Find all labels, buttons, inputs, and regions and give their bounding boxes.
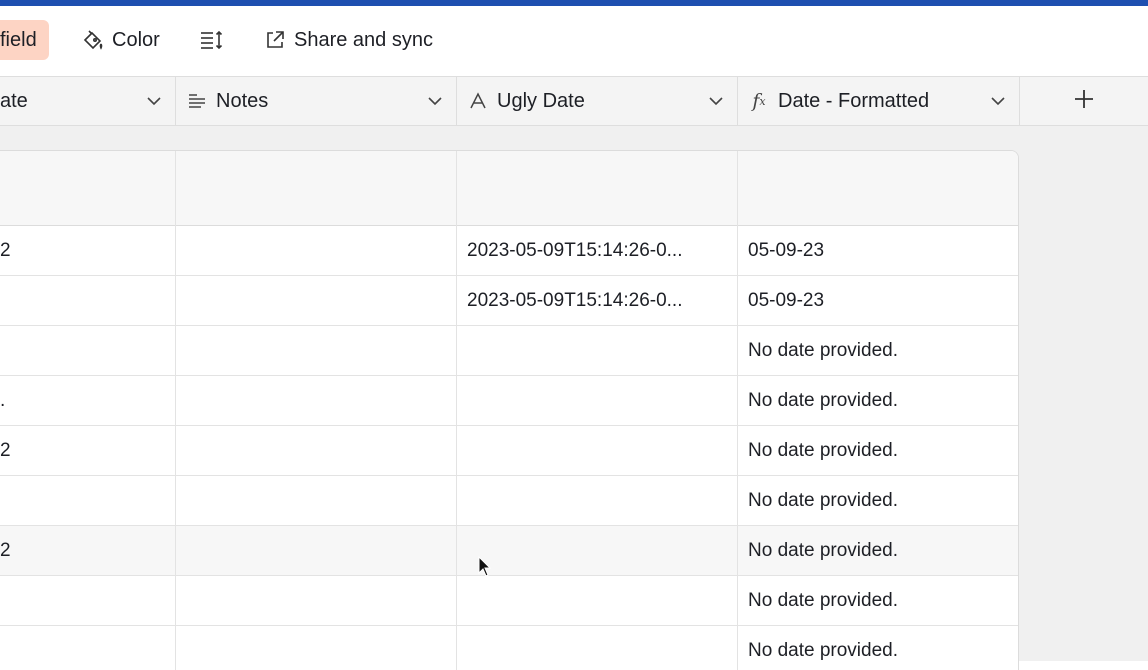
add-field-button[interactable] (1020, 77, 1148, 125)
column-header-date-formatted[interactable]: fx Date - Formatted (738, 77, 1020, 125)
table-row[interactable]: 2 No date provided. (0, 526, 1018, 576)
column-header-label: Ugly Date (497, 89, 585, 112)
date-cell[interactable]: . (0, 376, 176, 425)
share-and-sync-button[interactable]: Share and sync (262, 19, 433, 61)
summary-bar (0, 151, 1018, 226)
date-cell[interactable]: 2 (0, 426, 176, 475)
notes-cell[interactable] (176, 576, 457, 625)
row-height-button[interactable] (198, 19, 230, 61)
date-cell[interactable] (0, 626, 176, 670)
ugly-date-cell[interactable]: 2023-05-09T15:14:26-0... (457, 226, 738, 275)
paint-bucket-icon (80, 27, 106, 53)
chevron-down-icon[interactable] (705, 96, 727, 106)
field-button-label: field (0, 28, 37, 51)
ugly-date-cell[interactable] (457, 376, 738, 425)
notes-cell[interactable] (176, 226, 457, 275)
ugly-date-cell[interactable] (457, 526, 738, 575)
ugly-date-cell[interactable] (457, 476, 738, 525)
date-cell[interactable]: 2 (0, 526, 176, 575)
notes-cell[interactable] (176, 626, 457, 670)
column-header-label: ate (0, 89, 28, 112)
ugly-date-cell[interactable]: 2023-05-09T15:14:26-0... (457, 276, 738, 325)
column-header-label: Notes (216, 89, 269, 112)
notes-cell[interactable] (176, 426, 457, 475)
ugly-date-cell[interactable] (457, 626, 738, 670)
table-row[interactable]: No date provided. (0, 626, 1018, 670)
date-cell[interactable] (0, 276, 176, 325)
notes-cell[interactable] (176, 276, 457, 325)
ugly-date-cell[interactable] (457, 326, 738, 375)
column-divider (737, 151, 738, 226)
notes-cell[interactable] (176, 526, 457, 575)
table-row[interactable]: No date provided. (0, 326, 1018, 376)
date-formatted-cell[interactable]: No date provided. (738, 626, 1018, 670)
date-formatted-cell[interactable]: 05-09-23 (738, 226, 1018, 275)
color-button-label: Color (112, 28, 160, 51)
chevron-down-icon[interactable] (987, 96, 1009, 106)
date-formatted-cell[interactable]: No date provided. (738, 326, 1018, 375)
column-header-notes[interactable]: Notes (176, 77, 457, 125)
column-divider (175, 151, 176, 226)
long-text-icon (186, 92, 208, 110)
share-and-sync-label: Share and sync (294, 28, 433, 51)
column-header-label: Date - Formatted (778, 89, 930, 112)
external-link-icon (262, 27, 288, 53)
column-header-row: ate Notes Ugly Date fx Date - Formatted (0, 76, 1148, 126)
date-formatted-cell[interactable]: 05-09-23 (738, 276, 1018, 325)
column-divider (456, 151, 457, 226)
date-cell[interactable]: 2 (0, 226, 176, 275)
formula-icon: fx (752, 90, 766, 112)
date-formatted-cell[interactable]: No date provided. (738, 526, 1018, 575)
notes-cell[interactable] (176, 476, 457, 525)
mouse-pointer-icon (478, 555, 492, 583)
date-formatted-cell[interactable]: No date provided. (738, 476, 1018, 525)
table-row[interactable]: No date provided. (0, 476, 1018, 526)
chevron-down-icon[interactable] (424, 96, 446, 106)
date-cell[interactable] (0, 576, 176, 625)
date-formatted-cell[interactable]: No date provided. (738, 376, 1018, 425)
table-row[interactable]: 2 2023-05-09T15:14:26-0... 05-09-23 (0, 226, 1018, 276)
table-row[interactable]: 2 No date provided. (0, 426, 1018, 476)
date-cell[interactable] (0, 476, 176, 525)
date-formatted-cell[interactable]: No date provided. (738, 426, 1018, 475)
table-row[interactable]: . No date provided. (0, 376, 1018, 426)
table-row[interactable]: No date provided. (0, 576, 1018, 626)
color-button[interactable]: Color (80, 19, 160, 61)
column-header-ugly-date[interactable]: Ugly Date (457, 77, 738, 125)
notes-cell[interactable] (176, 376, 457, 425)
text-icon (467, 92, 489, 110)
field-button[interactable]: field (0, 20, 49, 60)
ugly-date-cell[interactable] (457, 426, 738, 475)
row-height-icon (198, 27, 224, 53)
ugly-date-cell[interactable] (457, 576, 738, 625)
table-row[interactable]: 2023-05-09T15:14:26-0... 05-09-23 (0, 276, 1018, 326)
chevron-down-icon[interactable] (143, 96, 165, 106)
view-toolbar: field Color Share and sync (0, 6, 1148, 76)
date-formatted-cell[interactable]: No date provided. (738, 576, 1018, 625)
plus-icon (1073, 88, 1095, 115)
records-table: 2 2023-05-09T15:14:26-0... 05-09-23 2023… (0, 150, 1019, 670)
notes-cell[interactable] (176, 326, 457, 375)
date-cell[interactable] (0, 326, 176, 375)
column-header-date[interactable]: ate (0, 77, 176, 125)
